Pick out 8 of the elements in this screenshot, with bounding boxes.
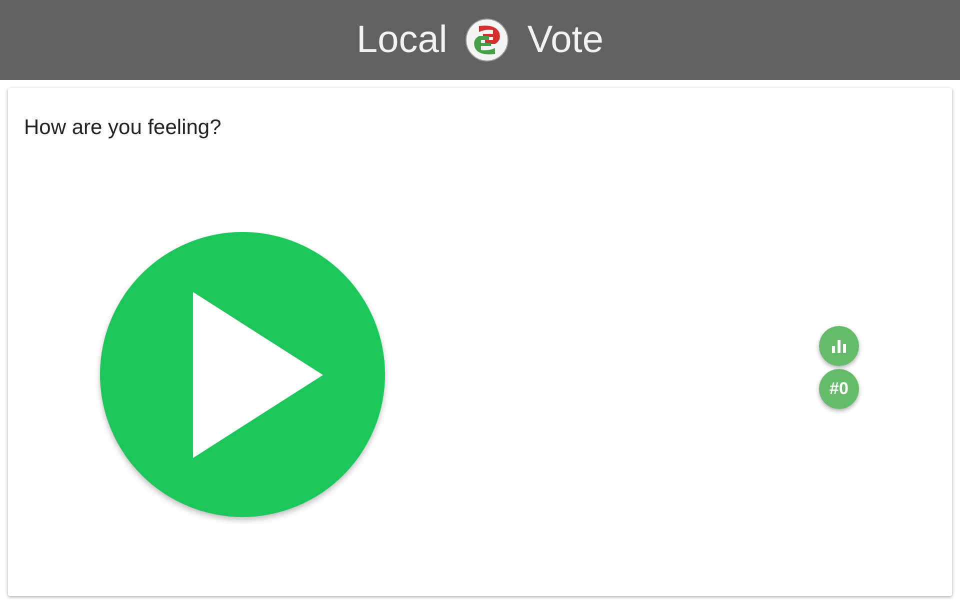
play-icon [192,292,322,458]
question-text: How are you feeling? [24,116,222,140]
stats-button[interactable] [819,326,859,366]
app-title: Local [356,18,448,62]
app-title: Vote [527,18,604,62]
counter-button[interactable]: #0 [819,369,859,409]
logo-icon [465,18,510,62]
bar-chart-icon [831,339,847,353]
